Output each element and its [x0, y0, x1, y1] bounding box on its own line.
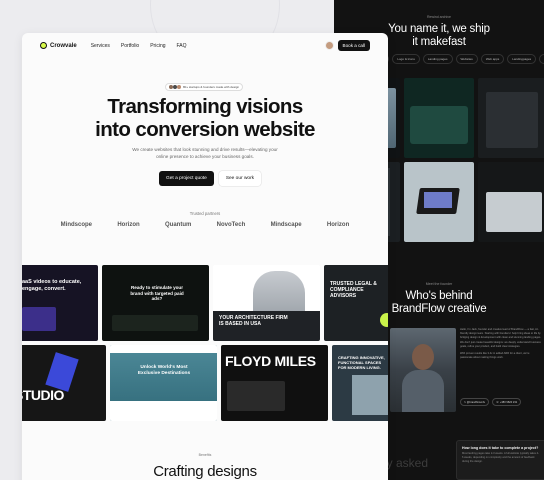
founder-bio: Hello, I'm Jack, founder and creative le…	[460, 328, 542, 360]
logo-icon	[40, 42, 47, 49]
hero-cta: Get a project quote See our work	[159, 171, 262, 186]
portfolio-shot[interactable]: STUDIO	[22, 345, 106, 421]
shot-title: Ready to stimulate your brand with targe…	[130, 285, 184, 302]
pill-text: 80+ startups & founders made with design	[183, 85, 240, 89]
work-tile[interactable]	[478, 78, 544, 158]
social-proof-pill: 80+ startups & founders made with design	[165, 83, 244, 91]
portfolio-shot[interactable]: aaS videos to educate, engage, convert.	[22, 265, 98, 341]
section-heading: Crafting designs	[153, 463, 257, 480]
shot-title: FLOYD MILES	[225, 353, 316, 369]
benefits-eyebrow: Benefits	[198, 453, 212, 457]
site-logo[interactable]: Crowvale	[40, 42, 77, 49]
partners-title: Trusted partners	[189, 211, 221, 216]
hero-title-line-1: Transforming visions	[107, 95, 303, 118]
portfolio-shot[interactable]: Ready to stimulate your brand with targe…	[102, 265, 209, 341]
faq-question: How long does it take to complete a proj…	[462, 446, 539, 450]
portfolio-row-1: aaS videos to educate, engage, convert. …	[22, 265, 388, 341]
portfolio-shot[interactable]: YOUR ARCHITECTURE FIRM IS BASED IN USA	[213, 265, 320, 341]
avatar	[177, 85, 181, 89]
dark-eyebrow: Rewind archive	[427, 15, 451, 19]
shot-title: STUDIO	[22, 387, 64, 403]
founder-photo	[390, 328, 456, 412]
nav-services[interactable]: Services	[91, 43, 110, 49]
partner-logo: Horizon	[326, 222, 350, 228]
work-tile[interactable]	[404, 162, 474, 242]
hero-title-line-2: into conversion website	[95, 118, 315, 141]
portfolio-shot[interactable]: CRAFTING INNOVATIVE, FUNCTIONAL SPACES F…	[332, 345, 388, 421]
x-handle-link[interactable]: 𝕏 @brandflowmfs	[460, 398, 489, 406]
partner-logo: NovoTech	[216, 222, 246, 228]
partner-logo: Horizon	[117, 222, 140, 228]
service-chip[interactable]: Logo & Icons	[392, 54, 420, 64]
hero-subtitle: We create websites that look stunning an…	[132, 147, 278, 159]
service-chip[interactable]: Websites	[455, 54, 478, 64]
website-preview: Crowvale Services Portfolio Pricing FAQ …	[22, 33, 388, 480]
work-tile[interactable]	[478, 162, 544, 242]
get-quote-button[interactable]: Get a project quote	[159, 171, 214, 186]
shot-title: CRAFTING INNOVATIVE, FUNCTIONAL SPACES F…	[338, 355, 385, 370]
portfolio-shot[interactable]: Unlock World's Most Exclusive Destinatio…	[110, 345, 217, 421]
partners-logos: Mindscope Horizon Quantum NovoTech Minds…	[22, 222, 388, 228]
founder-bio-text-2: With proven results like 3.4x in added A…	[460, 352, 530, 360]
see-work-button[interactable]: See our work	[218, 171, 262, 186]
partner-logo: Quantum	[165, 222, 192, 228]
portfolio-row-2: STUDIO Unlock World's Most Exclusive Des…	[22, 345, 388, 421]
nav-portfolio[interactable]: Portfolio	[121, 43, 139, 49]
avatar	[324, 41, 334, 50]
portfolio-shot[interactable]: FLOYD MILES	[221, 345, 328, 421]
work-tile[interactable]	[404, 78, 474, 158]
logo-text: Crowvale	[50, 42, 77, 49]
nav-pricing[interactable]: Pricing	[150, 43, 165, 49]
shot-title: TRUSTED LEGAL & COMPLIANCE ADVISORS	[330, 281, 377, 299]
phone-link[interactable]: ☏ +380 9820 231	[491, 398, 522, 406]
portfolio-shot[interactable]: TRUSTED LEGAL & COMPLIANCE ADVISORS	[324, 265, 388, 341]
service-chip[interactable]: Social media assets	[539, 54, 544, 64]
shot-title: YOUR ARCHITECTURE FIRM IS BASED IN USA	[219, 315, 288, 327]
site-navbar: Crowvale Services Portfolio Pricing FAQ …	[22, 33, 388, 58]
founder-bio-text: Hello, I'm Jack, founder and creative le…	[460, 328, 542, 348]
faq-heading-fragment: ly asked	[384, 456, 429, 470]
faq-answer: Most landing pages take 2-3 weeks. A ful…	[462, 452, 539, 463]
nav-faq[interactable]: FAQ	[177, 43, 187, 49]
nav-right: Book a call	[324, 40, 370, 51]
partner-logo: Mindscape	[270, 222, 302, 228]
founder-social: 𝕏 @brandflowmfs ☏ +380 9820 231	[460, 398, 522, 406]
service-chip[interactable]: Landingpages	[507, 54, 537, 64]
partner-logo: Mindscope	[60, 222, 92, 228]
book-call-button[interactable]: Book a call	[337, 40, 370, 51]
hero-title: Transforming visions into conversion web…	[22, 95, 388, 141]
service-chip[interactable]: Landing pages	[422, 54, 453, 64]
service-chip[interactable]: Web apps	[480, 54, 505, 64]
shot-title: Unlock World's Most Exclusive Destinatio…	[137, 365, 191, 376]
faq-item[interactable]: How long does it take to complete a proj…	[456, 440, 544, 480]
nav-menu: Services Portfolio Pricing FAQ	[91, 43, 187, 49]
shot-title: aaS videos to educate, engage, convert.	[22, 279, 82, 292]
